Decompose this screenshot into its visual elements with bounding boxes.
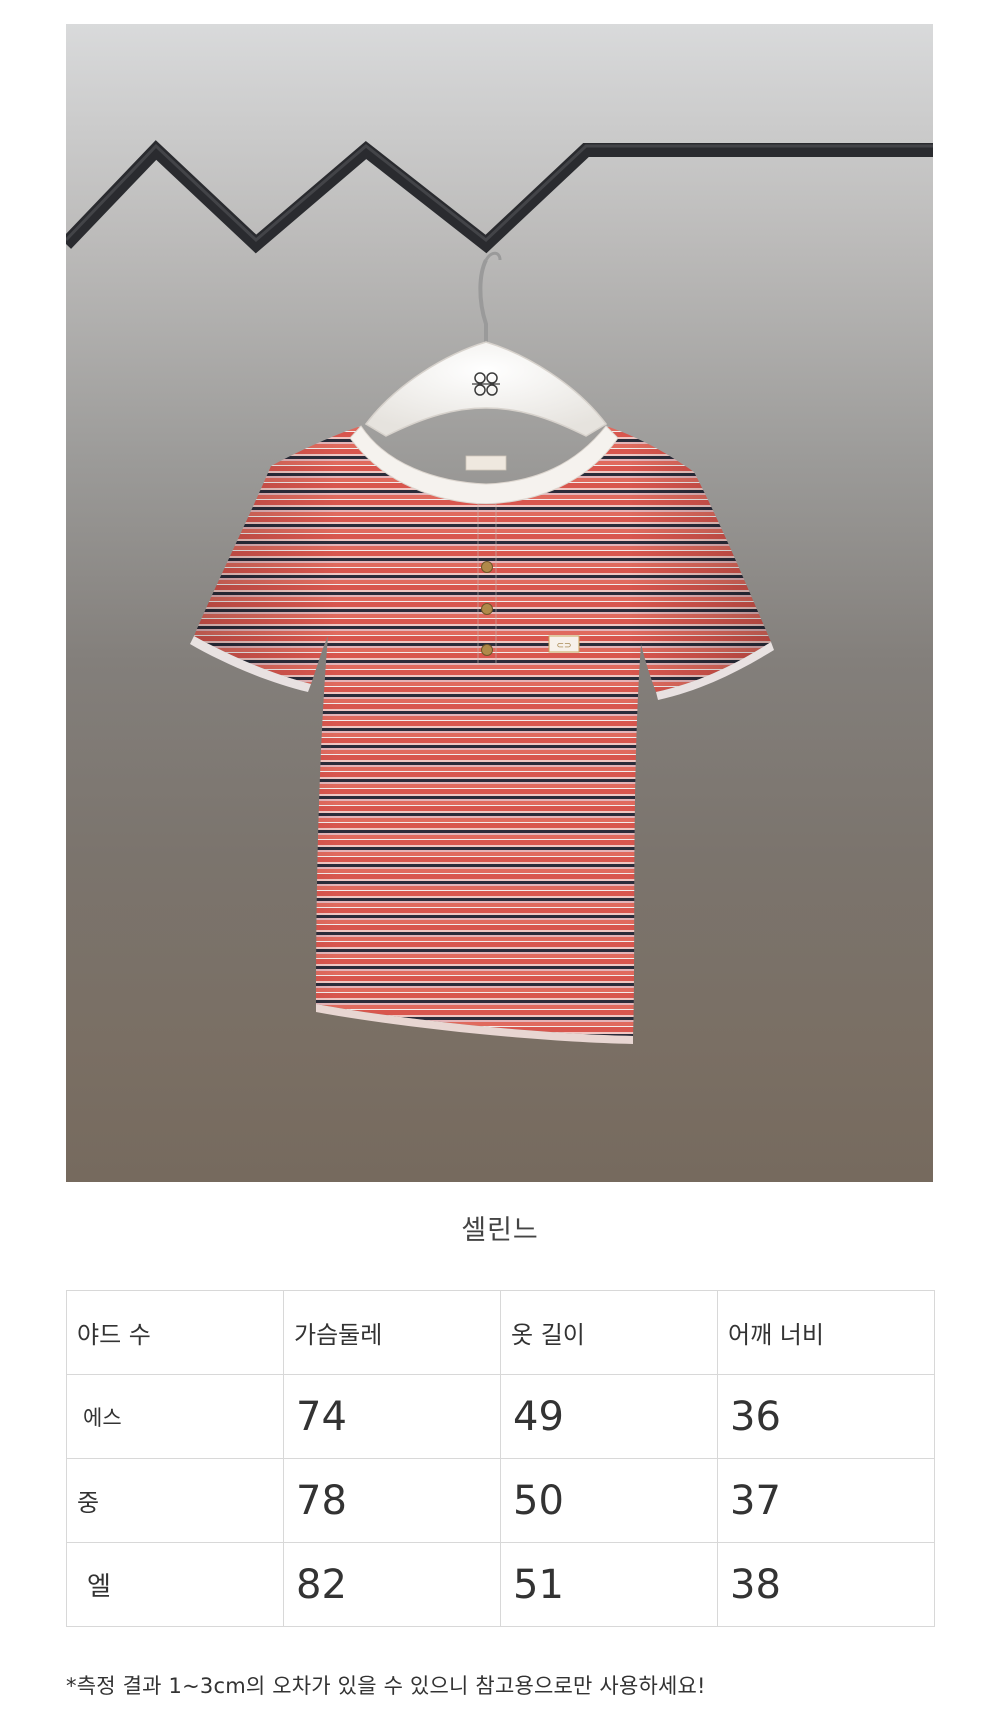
- chest-value: 82: [283, 1542, 501, 1627]
- shoulder-value: 38: [717, 1542, 935, 1627]
- size-label: 에스: [66, 1374, 284, 1459]
- header-length: 옷 길이: [500, 1290, 718, 1375]
- shoulder-value: 37: [717, 1458, 935, 1543]
- hanger-hook: [478, 251, 502, 344]
- length-value: 50: [500, 1458, 718, 1543]
- table-row: 엘 82 51 38: [66, 1542, 935, 1627]
- size-chart-table: 야드 수 가슴둘레 옷 길이 어깨 너비 에스 74 49 36 중 78 50…: [66, 1290, 935, 1627]
- table-row: 중 78 50 37: [66, 1458, 935, 1543]
- length-value: 51: [500, 1542, 718, 1627]
- size-label: 중: [66, 1458, 284, 1543]
- product-photo: ⊂⊃: [66, 24, 933, 1182]
- chest-value: 78: [283, 1458, 501, 1543]
- zigzag-rail: [66, 140, 933, 254]
- header-size: 야드 수: [66, 1290, 284, 1375]
- shoulder-value: 36: [717, 1374, 935, 1459]
- length-value: 49: [500, 1374, 718, 1459]
- table-header-row: 야드 수 가슴둘레 옷 길이 어깨 너비: [66, 1290, 935, 1375]
- striped-tshirt: ⊂⊃: [190, 425, 774, 1044]
- table-row: 에스 74 49 36: [66, 1374, 935, 1459]
- hanger: [364, 341, 608, 437]
- header-shoulder: 어깨 너비: [717, 1290, 935, 1375]
- chest-value: 74: [283, 1374, 501, 1459]
- measurement-note: *측정 결과 1~3cm의 오차가 있을 수 있으니 참고용으로만 사용하세요!: [66, 1674, 706, 1698]
- header-chest: 가슴둘레: [283, 1290, 501, 1375]
- product-title: 셀린느: [461, 1215, 539, 1246]
- svg-text:⊂⊃: ⊂⊃: [556, 640, 571, 650]
- size-label: 엘: [66, 1542, 284, 1627]
